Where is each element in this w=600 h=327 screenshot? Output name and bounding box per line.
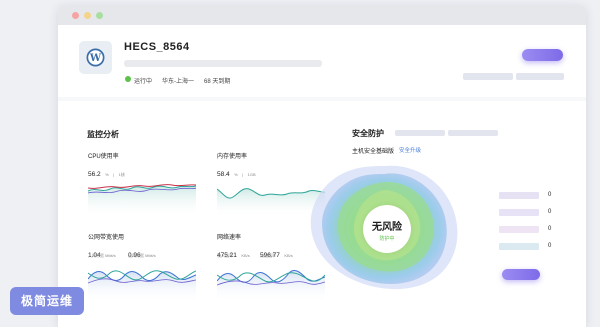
action-link-1[interactable] — [463, 73, 513, 80]
cpu-chart — [88, 184, 196, 217]
security-tab-placeholder-1[interactable] — [395, 130, 445, 136]
security-title: 安全防护 — [352, 129, 384, 138]
server-info-placeholder — [124, 60, 322, 67]
wordpress-logo: W — [79, 41, 112, 74]
legend-count-1: 0 — [548, 192, 552, 198]
monitoring-title: 监控分析 — [87, 130, 119, 139]
bandwidth-in-unit: Mbit/s — [145, 253, 156, 258]
window-titlebar — [58, 5, 586, 25]
network-out-unit: KB/s — [284, 253, 293, 258]
promo-badge: 极简运维 — [10, 287, 84, 315]
security-upgrade-link[interactable]: 安全升级 — [399, 146, 421, 154]
legend-box-3 — [499, 226, 539, 233]
security-status-circle: 无风险 防护中 — [363, 205, 411, 253]
bandwidth-label: 公网带宽使用 — [88, 235, 125, 241]
security-edition: 主机安全基础版 — [352, 149, 395, 155]
network-in-unit: KB/s — [241, 253, 250, 258]
risk-status-text: 无风险 — [372, 222, 402, 233]
expiry-text: 68 天到期 — [204, 79, 231, 85]
svg-text:W: W — [89, 53, 102, 64]
server-name: HECS_8564 — [124, 41, 190, 53]
close-dot[interactable] — [72, 12, 79, 19]
protecting-text: 防护中 — [379, 236, 395, 242]
security-action-button[interactable] — [502, 269, 540, 280]
legend-count-2: 0 — [548, 209, 552, 215]
wordpress-icon: W — [86, 48, 105, 67]
status-dot-icon — [125, 76, 131, 82]
legend-box-4 — [499, 243, 539, 250]
legend-box-2 — [499, 209, 539, 216]
cpu-label: CPU使用率 — [88, 154, 119, 160]
legend-count-4: 0 — [548, 243, 552, 249]
bandwidth-chart — [88, 270, 196, 303]
bandwidth-out-unit: Mbit/s — [105, 253, 116, 258]
region-text: 华东-上海一 — [162, 79, 194, 85]
memory-label: 内存使用率 — [217, 154, 248, 160]
minimize-dot[interactable] — [84, 12, 91, 19]
legend-box-1 — [499, 192, 539, 199]
server-header-panel: W HECS_8564 运行中 华东-上海一 68 天到期 — [58, 25, 586, 97]
legend-count-3: 0 — [548, 226, 552, 232]
maximize-dot[interactable] — [96, 12, 103, 19]
status-text: 运行中 — [134, 79, 153, 85]
action-link-2[interactable] — [516, 73, 564, 80]
primary-action-button[interactable] — [522, 49, 563, 61]
network-label: 网络速率 — [217, 235, 242, 241]
security-tab-placeholder-2[interactable] — [448, 130, 498, 136]
